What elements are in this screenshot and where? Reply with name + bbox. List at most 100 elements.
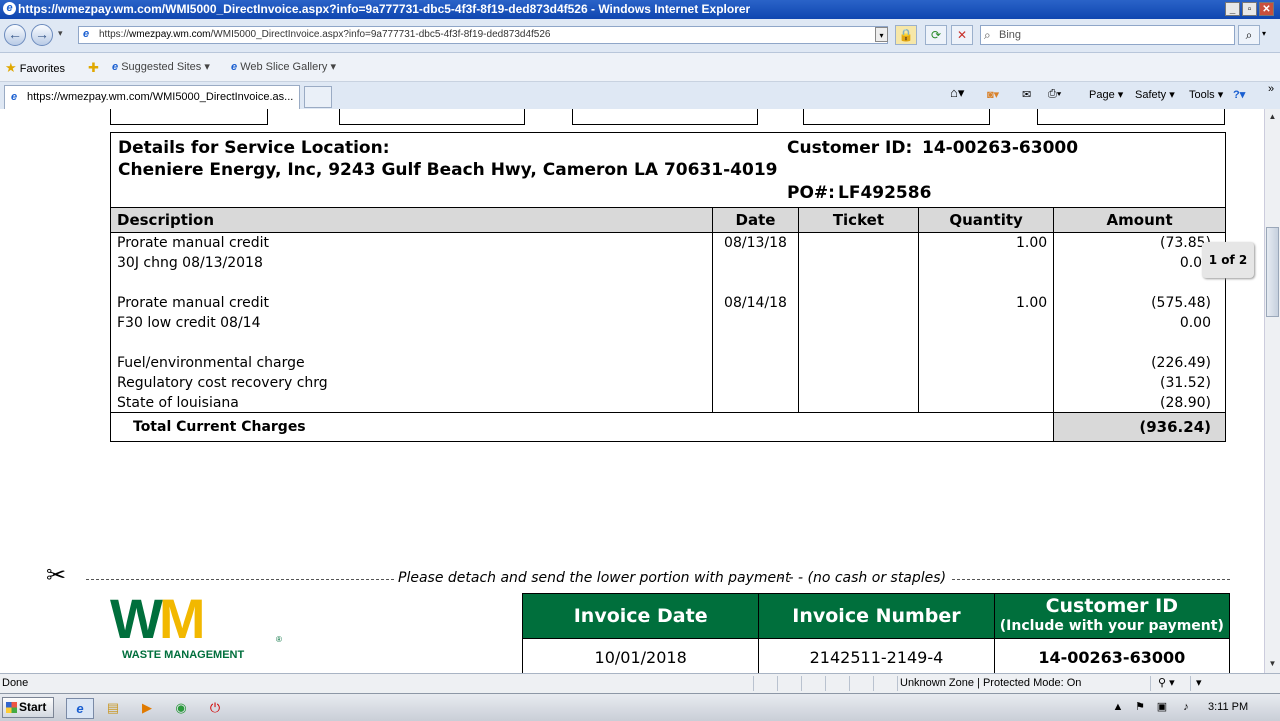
tray-network-icon[interactable]: ▣: [1152, 698, 1172, 717]
stub-invoice-number: 2142511-2149-4: [758, 638, 995, 673]
taskbar: Start e ▤ ▶ ◉ ⏻ ▲ ⚑ ▣ ♪ 3:11 PM: [0, 693, 1280, 721]
page-content: Details for Service Location: Cheniere E…: [0, 109, 1264, 673]
refresh-icon[interactable]: ⟳: [925, 25, 947, 45]
scroll-down-icon[interactable]: ▼: [1266, 657, 1279, 671]
row-description: Regulatory cost recovery chrg: [117, 375, 328, 391]
detach-note: - - - (no cash or staples): [779, 570, 947, 586]
home-icon[interactable]: ⌂▾: [950, 85, 964, 101]
search-options-dropdown[interactable]: ▾: [1262, 29, 1266, 38]
print-icon[interactable]: ⎙▾: [1048, 88, 1061, 101]
favorites-star-icon: ★: [5, 60, 17, 75]
taskbar-stop-icon[interactable]: ⏻: [205, 698, 225, 717]
ie-page-icon: e: [112, 61, 119, 73]
stub-value-row: 10/01/2018 2142511-2149-4 14-00263-63000: [521, 638, 1231, 673]
row-quantity: 1.00: [1016, 295, 1048, 311]
help-icon[interactable]: ?▾: [1233, 88, 1245, 101]
mail-icon[interactable]: ✉: [1022, 88, 1031, 101]
tray-flag-icon[interactable]: ⚑: [1130, 698, 1150, 717]
tab-invoice[interactable]: e https://wmezpay.wm.com/WMI5000_DirectIn…: [4, 85, 300, 109]
customer-id-value: 14-00263-63000: [922, 138, 1079, 158]
column-header-date: Date: [712, 207, 799, 233]
stub-header-row: Invoice Date Invoice Number Customer ID …: [521, 593, 1231, 639]
taskbar-chrome-icon[interactable]: ◉: [171, 698, 191, 717]
window-title-bar: e https://wmezpay.wm.com/WMI5000_DirectI…: [0, 0, 1280, 19]
suggested-sites-link[interactable]: e Suggested Sites ▾: [112, 60, 210, 73]
favorites-button[interactable]: ★ Favorites: [5, 60, 65, 76]
row-amount: (575.48): [1151, 295, 1211, 311]
service-location-label: Details for Service Location:: [118, 138, 390, 158]
po-number: LF492586: [838, 183, 932, 203]
address-bar[interactable]: e https://wmezpay.wm.com/WMI5000_DirectIn…: [78, 26, 888, 44]
row-description-detail: 30J chng 08/13/2018: [117, 255, 263, 271]
taskbar-ie-icon[interactable]: e: [66, 698, 94, 719]
column-header-amount: Amount: [1053, 207, 1226, 233]
back-icon[interactable]: ←: [4, 24, 26, 46]
page-icon: e: [83, 28, 90, 40]
search-icon[interactable]: ⌕: [1238, 25, 1260, 45]
scissors-icon: ✂: [46, 561, 67, 589]
table-row: Prorate manual credit F30 low credit 08/…: [109, 293, 1226, 353]
wm-logo-text: WASTE MANAGEMENT: [122, 649, 245, 661]
window-title: https://wmezpay.wm.com/WMI5000_DirectInv…: [18, 2, 751, 16]
new-tab-button[interactable]: [304, 86, 332, 108]
tools-menu[interactable]: Tools ▾: [1189, 88, 1223, 101]
total-label: Total Current Charges: [133, 419, 306, 435]
table-row: Prorate manual credit 30J chng 08/13/201…: [109, 232, 1226, 293]
tray-show-hidden-icon[interactable]: ▲: [1108, 698, 1128, 717]
row-amount-detail: 0.00: [1179, 315, 1211, 331]
web-slice-gallery-link[interactable]: e Web Slice Gallery ▾: [231, 60, 336, 73]
taskbar-explorer-icon[interactable]: ▤: [103, 698, 123, 717]
taskbar-media-icon[interactable]: ▶: [137, 698, 157, 717]
column-header-description: Description: [109, 207, 714, 233]
rss-icon[interactable]: ◙▾: [987, 88, 999, 101]
summary-box: [572, 109, 758, 125]
forward-icon[interactable]: →: [31, 24, 53, 46]
clock: 3:11 PM: [1208, 701, 1249, 713]
stub-header-customer-id: Customer ID (Include with your payment): [993, 593, 1231, 639]
navigation-bar: ← → ▾ e https://wmezpay.wm.com/WMI5000_Di…: [0, 19, 1280, 53]
wm-logo: WM ® WASTE MANAGEMENT: [110, 591, 285, 663]
page-menu[interactable]: Page ▾: [1089, 88, 1123, 101]
zoom-dropdown[interactable]: ▾: [1196, 676, 1202, 689]
po-label: PO#:: [787, 183, 835, 203]
scrollbar-thumb[interactable]: [1266, 227, 1279, 317]
close-window-button[interactable]: ✕: [1259, 2, 1274, 16]
search-provider-icon: ⌕: [984, 28, 991, 42]
row-amount: (226.49): [1151, 355, 1211, 371]
address-dropdown[interactable]: ▾: [875, 27, 888, 42]
page-indicator: 1 of 2: [1202, 242, 1254, 278]
add-favorite-icon[interactable]: ✚: [88, 60, 99, 76]
start-button[interactable]: Start: [2, 697, 54, 718]
vertical-scrollbar[interactable]: ▲ ▼: [1264, 109, 1280, 673]
lock-icon[interactable]: 🔒: [895, 25, 917, 45]
row-amount: (73.85): [1159, 235, 1211, 251]
toolbar-overflow-icon[interactable]: »: [1268, 83, 1274, 95]
stub-invoice-date: 10/01/2018: [521, 638, 760, 673]
search-input[interactable]: ⌕ Bing: [980, 25, 1235, 45]
service-location-details: Details for Service Location: Cheniere E…: [110, 132, 1226, 208]
table-header-row: Description Date Ticket Quantity Amount: [109, 207, 1226, 233]
row-amount: (31.52): [1159, 375, 1211, 391]
protected-mode-icon[interactable]: ⚲ ▾: [1158, 676, 1175, 689]
ie-page-icon: e: [11, 91, 18, 103]
detach-line: ✂ Please detach and send the lower porti…: [46, 561, 1236, 591]
minimize-button[interactable]: _: [1225, 2, 1240, 16]
invoice-line-items: Description Date Ticket Quantity Amount …: [109, 207, 1226, 413]
row-ticket: [799, 233, 918, 253]
service-location-address: Cheniere Energy, Inc, 9243 Gulf Beach Hw…: [118, 160, 778, 180]
stop-icon[interactable]: ✕: [951, 25, 973, 45]
tray-volume-icon[interactable]: ♪: [1176, 698, 1196, 717]
safety-menu[interactable]: Safety ▾: [1135, 88, 1175, 101]
summary-box: [803, 109, 990, 125]
column-header-ticket: Ticket: [797, 207, 919, 233]
security-zone: Unknown Zone | Protected Mode: On: [900, 677, 1082, 689]
start-flag-icon: [6, 702, 17, 713]
status-text: Done: [2, 677, 29, 689]
recent-pages-dropdown[interactable]: ▾: [58, 28, 63, 39]
ie-page-icon: e: [231, 61, 238, 73]
wm-logo-letters: WM: [110, 587, 205, 650]
maximize-button[interactable]: ▫: [1242, 2, 1257, 16]
scroll-up-icon[interactable]: ▲: [1266, 110, 1279, 124]
row-description: State of louisiana: [117, 395, 239, 411]
row-date: 08/13/18: [724, 235, 787, 251]
